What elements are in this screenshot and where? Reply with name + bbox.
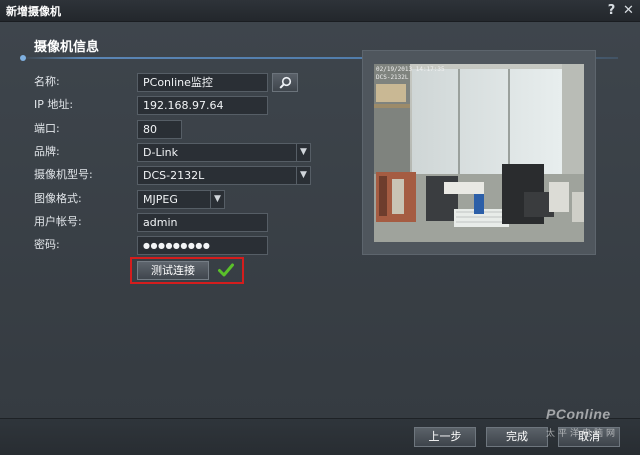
chevron-down-icon: ▼	[296, 144, 310, 161]
brand-label: 品牌:	[34, 145, 60, 158]
test-connection-button[interactable]: 测试连接	[137, 261, 209, 280]
password-label: 密码:	[34, 238, 60, 251]
model-label: 摄像机型号:	[34, 168, 93, 181]
osd-timestamp: 02/19/2013 14:17:35	[376, 66, 445, 73]
osd-model: DCS-2132L	[376, 74, 409, 81]
password-field[interactable]: ●●●●●●●●●	[137, 236, 268, 255]
title-bar: 新增摄像机 ? ✕	[0, 0, 640, 22]
format-label: 图像格式:	[34, 192, 82, 205]
model-select-value: DCS-2132L	[143, 169, 205, 182]
check-icon	[218, 263, 234, 277]
port-label: 端口:	[34, 122, 60, 135]
brand-select-value: D-Link	[143, 146, 178, 159]
chevron-down-icon: ▼	[296, 167, 310, 184]
close-button[interactable]: ✕	[621, 3, 636, 18]
help-button[interactable]: ?	[604, 3, 619, 18]
back-button[interactable]: 上一步	[414, 427, 476, 447]
port-field[interactable]: 80	[137, 120, 182, 139]
format-select-value: MJPEG	[143, 193, 178, 206]
watermark-sub: 太平洋电脑网	[546, 429, 619, 439]
model-select[interactable]: DCS-2132L ▼	[137, 166, 311, 185]
section-divider-dot	[20, 55, 26, 61]
search-icon	[278, 76, 291, 89]
watermark-brand: PConline	[546, 406, 611, 422]
name-field[interactable]: PConline监控	[137, 73, 268, 92]
user-field[interactable]: admin	[137, 213, 268, 232]
ip-field[interactable]: 192.168.97.64	[137, 96, 268, 115]
brand-select[interactable]: D-Link ▼	[137, 143, 311, 162]
finish-button[interactable]: 完成	[486, 427, 548, 447]
name-label: 名称:	[34, 75, 60, 88]
ip-label: IP 地址:	[34, 98, 74, 111]
search-button[interactable]	[272, 73, 298, 92]
camera-preview: 02/19/2013 14:17:35 DCS-2132L	[374, 64, 584, 242]
watermark-logo: PConline 太平洋电脑网	[540, 402, 640, 452]
section-title: 摄像机信息	[34, 40, 100, 55]
chevron-down-icon: ▼	[210, 191, 224, 208]
camera-snapshot-image	[374, 64, 584, 242]
user-label: 用户帐号:	[34, 215, 82, 228]
window-title: 新增摄像机	[6, 4, 61, 18]
format-select[interactable]: MJPEG ▼	[137, 190, 225, 209]
